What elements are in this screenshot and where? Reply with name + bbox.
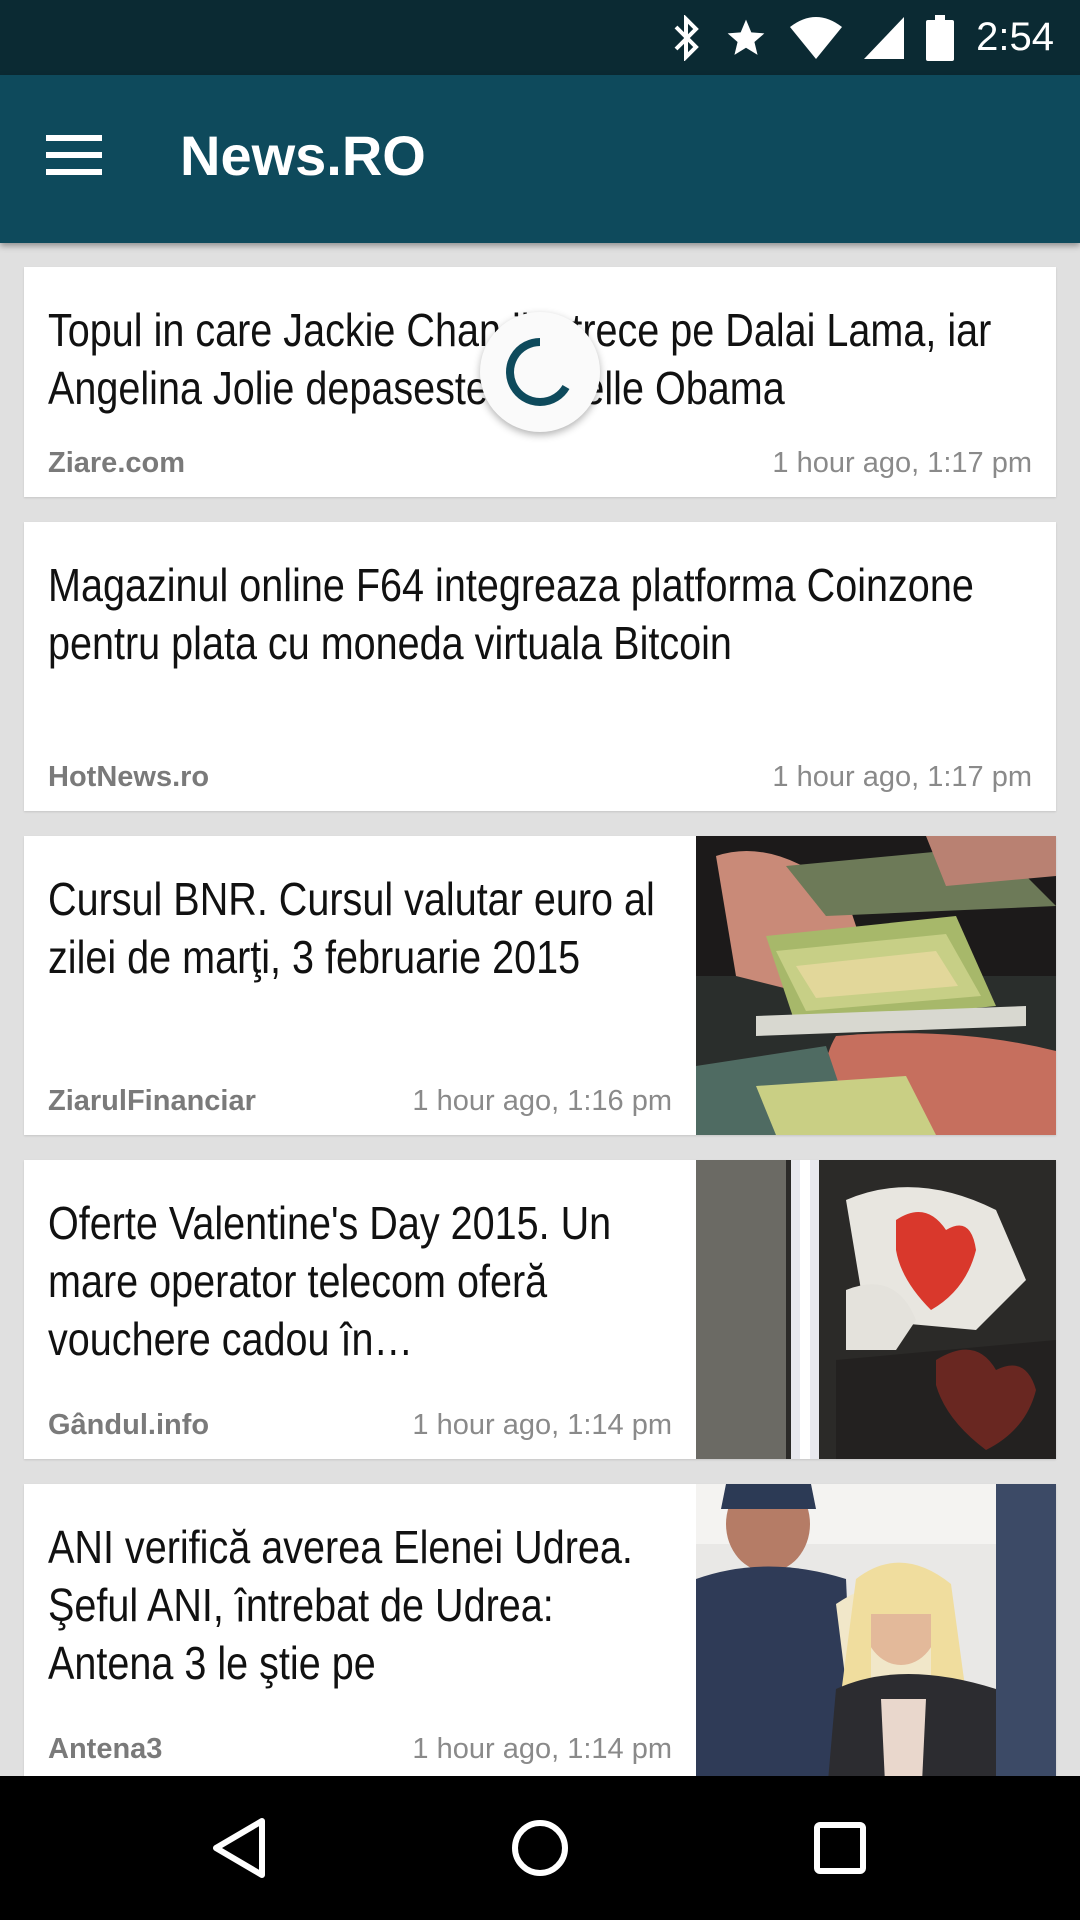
recents-icon[interactable]: [760, 1776, 920, 1920]
valentine-cakes-photo: [696, 1160, 1056, 1459]
article-source: Gândul.info: [48, 1409, 210, 1441]
wifi-icon: [790, 16, 843, 59]
article-time: 1 hour ago, 1:14 pm: [412, 1733, 672, 1765]
article-card[interactable]: ANI verifică averea Elenei Udrea. Şeful …: [24, 1484, 1056, 1776]
article-source: Ziare.com: [48, 447, 185, 479]
article-thumbnail: [696, 1484, 1056, 1776]
app-bar: News.RO: [0, 75, 1080, 243]
navigation-bar: [0, 1776, 1080, 1920]
signal-icon: [864, 16, 905, 59]
loading-spinner: [480, 312, 600, 432]
article-time: 1 hour ago, 1:14 pm: [412, 1409, 672, 1441]
app-title: News.RO: [180, 124, 426, 187]
article-thumbnail: [696, 836, 1056, 1135]
article-time: 1 hour ago, 1:17 pm: [772, 761, 1032, 793]
status-icons: 2:54: [672, 0, 1054, 75]
article-list[interactable]: Topul in care Jackie Chan il intrece pe …: [0, 243, 1080, 1776]
article-card[interactable]: Cursul BNR. Cursul valutar euro al zilei…: [24, 836, 1056, 1135]
article-card[interactable]: Oferte Valentine's Day 2015. Un mare ope…: [24, 1160, 1056, 1459]
money-photo: [696, 836, 1056, 1135]
hamburger-menu-icon[interactable]: [44, 125, 114, 185]
article-headline: Cursul BNR. Cursul valutar euro al zilei…: [48, 873, 655, 983]
article-source: ZiarulFinanciar: [48, 1085, 256, 1117]
battery-icon: [926, 14, 955, 61]
home-icon[interactable]: [460, 1776, 620, 1920]
back-icon[interactable]: [160, 1776, 320, 1920]
people-photo: [696, 1484, 1056, 1776]
status-bar: 2:54: [0, 0, 1080, 75]
article-headline: ANI verifică averea Elenei Udrea. Şeful …: [48, 1521, 633, 1689]
article-time: 1 hour ago, 1:16 pm: [412, 1085, 672, 1117]
star-icon: [724, 16, 768, 60]
article-source: HotNews.ro: [48, 761, 210, 793]
article-card[interactable]: Magazinul online F64 integreaza platform…: [24, 522, 1056, 811]
article-time: 1 hour ago, 1:17 pm: [772, 447, 1032, 479]
bluetooth-icon: [672, 14, 702, 61]
refresh-spinner-icon: [506, 338, 570, 406]
article-headline: Magazinul online F64 integreaza platform…: [48, 559, 974, 669]
clock: 2:54: [976, 15, 1054, 59]
article-thumbnail: [696, 1160, 1056, 1459]
article-source: Antena3: [48, 1733, 163, 1765]
article-headline: Oferte Valentine's Day 2015. Un mare ope…: [48, 1197, 612, 1365]
